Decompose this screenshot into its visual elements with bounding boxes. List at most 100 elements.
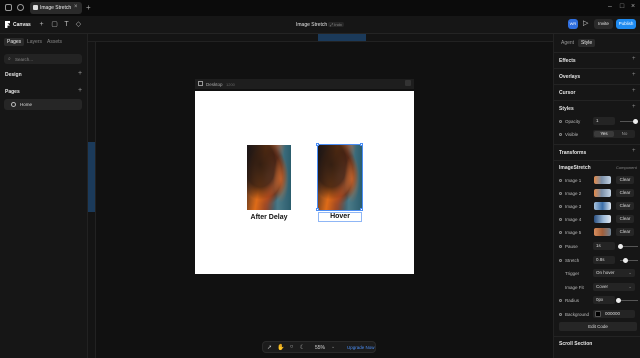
cursor-section-title[interactable]: Cursor	[559, 90, 575, 96]
effects-section-title[interactable]: Effects	[559, 58, 576, 64]
caption-after-delay[interactable]: After Delay	[244, 214, 294, 221]
zoom-level[interactable]: 55%	[315, 345, 325, 351]
add-page-icon[interactable]: +	[78, 87, 82, 94]
image-fit-select[interactable]: Cover ⌄	[593, 283, 635, 291]
radius-slider[interactable]	[620, 300, 638, 301]
maximize-icon[interactable]: □	[618, 3, 626, 11]
opacity-input[interactable]: 1	[593, 117, 615, 125]
visible-toggle[interactable]: Yes No	[593, 130, 635, 138]
image-stretch-preview-right[interactable]	[317, 144, 363, 211]
image-2-clear-button[interactable]: Clear	[616, 189, 634, 197]
pause-slider-knob[interactable]	[618, 244, 623, 249]
add-cursor-icon[interactable]: +	[632, 88, 636, 94]
caption-hover[interactable]: Hover	[318, 212, 362, 222]
pause-input[interactable]: 1s	[593, 242, 615, 250]
image-4-clear-button[interactable]: Clear	[616, 215, 634, 223]
add-overlay-icon[interactable]: +	[632, 72, 636, 78]
comment-icon[interactable]: ○	[288, 344, 295, 350]
publish-button[interactable]: Publish	[616, 19, 636, 29]
selection-handle[interactable]	[316, 208, 319, 211]
add-transform-icon[interactable]: +	[632, 148, 636, 154]
image-3-clear-button[interactable]: Clear	[616, 202, 634, 210]
avatar[interactable]: WR	[568, 19, 578, 29]
image-4-thumbnail[interactable]	[594, 215, 611, 223]
image-1-clear-button[interactable]: Clear	[616, 176, 634, 184]
styles-section-title[interactable]: Styles	[559, 106, 574, 112]
stretch-input[interactable]: 0.8s	[593, 256, 615, 264]
image-5-clear-button[interactable]: Clear	[616, 228, 634, 236]
selection-handle[interactable]	[360, 143, 363, 146]
add-effect-icon[interactable]: +	[632, 56, 636, 62]
radius-input[interactable]: 0px	[593, 296, 615, 304]
image-1-thumbnail[interactable]	[594, 176, 611, 184]
chevron-down-icon[interactable]: ⌄	[331, 344, 335, 350]
frame-options-icon[interactable]	[405, 80, 411, 86]
text-tool-icon[interactable]: T	[63, 21, 70, 28]
stretch-variable-icon[interactable]	[559, 259, 562, 262]
selection-handle[interactable]	[360, 208, 363, 211]
overlays-section-title[interactable]: Overlays	[559, 74, 580, 80]
document-title[interactable]: Image Stretch	[296, 22, 327, 28]
image-2-thumbnail[interactable]	[594, 189, 611, 197]
tab-style[interactable]: Style	[578, 39, 596, 47]
new-tab-button[interactable]: +	[86, 3, 91, 12]
visible-no-option[interactable]: No	[615, 131, 634, 137]
insert-icon[interactable]: +	[38, 21, 45, 28]
trigger-select[interactable]: On hover ⌄	[593, 269, 635, 277]
image-4-variable-icon[interactable]	[559, 218, 562, 221]
background-variable-icon[interactable]	[559, 313, 562, 316]
scroll-section-title[interactable]: Scroll Section	[559, 341, 592, 347]
frame-header[interactable]: Desktop 1200	[195, 79, 414, 89]
background-color-swatch[interactable]	[595, 311, 601, 317]
visible-variable-icon[interactable]	[559, 133, 562, 136]
transforms-section-title[interactable]: Transforms	[559, 150, 586, 156]
search-input[interactable]: ⌕ Search...	[4, 54, 82, 64]
close-window-icon[interactable]: ×	[629, 3, 637, 11]
pointer-icon[interactable]: ➚	[266, 344, 273, 351]
desktop-frame[interactable]	[195, 91, 414, 274]
preview-play-icon[interactable]: ▷	[583, 20, 591, 28]
close-tab-icon[interactable]: ×	[74, 4, 78, 10]
component-tool-icon[interactable]: ◇	[75, 21, 82, 28]
image-5-thumbnail[interactable]	[594, 228, 611, 236]
radius-slider-knob[interactable]	[616, 298, 621, 303]
image-2-variable-icon[interactable]	[559, 192, 562, 195]
tab-pages[interactable]: Pages	[4, 38, 25, 46]
home-icon[interactable]	[5, 4, 12, 11]
divider	[554, 84, 640, 85]
background-label: Background	[565, 312, 590, 317]
pages-section-title[interactable]: Pages	[5, 89, 20, 95]
selection-handle[interactable]	[316, 143, 319, 146]
dark-mode-icon[interactable]: ☾	[299, 344, 306, 351]
stretch-slider-knob[interactable]	[623, 258, 628, 263]
component-link[interactable]: Component	[616, 165, 637, 170]
tab-agent[interactable]: Agent	[561, 40, 574, 46]
settings-icon[interactable]	[17, 4, 24, 11]
add-design-icon[interactable]: +	[78, 70, 82, 77]
edit-code-button[interactable]: Edit Code	[559, 322, 637, 331]
invite-button[interactable]: Invite	[594, 19, 613, 29]
tab-image-stretch[interactable]: Image Stretch ×	[30, 2, 82, 14]
radius-variable-icon[interactable]	[559, 299, 562, 302]
pause-variable-icon[interactable]	[559, 245, 562, 248]
add-style-icon[interactable]: +	[632, 104, 636, 110]
opacity-variable-icon[interactable]	[559, 120, 562, 123]
opacity-slider-knob[interactable]	[633, 119, 638, 124]
hand-icon[interactable]: ✋	[277, 344, 284, 351]
pause-label: Pause	[565, 244, 578, 249]
stretch-label: Stretch	[565, 258, 580, 263]
design-section-title[interactable]: Design	[5, 72, 22, 78]
upgrade-link[interactable]: Upgrade Now	[347, 345, 375, 350]
tab-layers[interactable]: Layers	[27, 39, 42, 45]
tab-assets[interactable]: Assets	[47, 39, 62, 45]
canvas-menu[interactable]: Canvas	[5, 20, 35, 30]
image-3-variable-icon[interactable]	[559, 205, 562, 208]
frame-tool-icon[interactable]: ▢	[51, 21, 58, 28]
image-1-variable-icon[interactable]	[559, 179, 562, 182]
minimize-icon[interactable]: –	[606, 3, 614, 11]
image-stretch-preview-left[interactable]	[247, 145, 291, 210]
page-item-home[interactable]: Home	[4, 99, 82, 110]
image-5-variable-icon[interactable]	[559, 231, 562, 234]
image-3-thumbnail[interactable]	[594, 202, 611, 210]
visible-yes-option[interactable]: Yes	[594, 131, 614, 137]
